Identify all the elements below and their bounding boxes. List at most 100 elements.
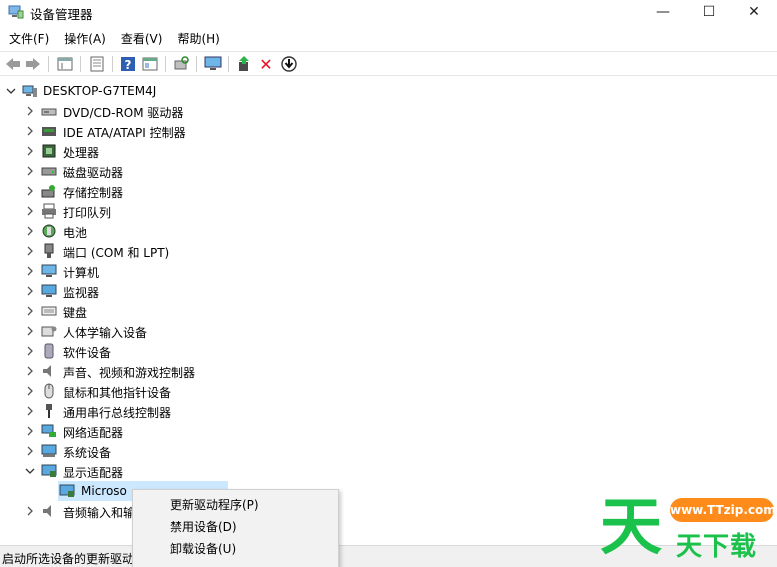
category-row[interactable]: 软件设备 xyxy=(0,341,420,361)
category-row[interactable]: 打印队列 xyxy=(0,201,420,221)
watermark-badge: www.TTzip.com xyxy=(670,498,776,522)
monitor-icon[interactable] xyxy=(204,55,222,73)
chevron-right-icon[interactable] xyxy=(25,446,35,456)
title-bar: 设备管理器 — ☐ ✕ xyxy=(0,0,777,26)
show-hidden-icon[interactable] xyxy=(88,55,106,73)
update-driver-icon[interactable] xyxy=(235,55,253,73)
uninstall-icon[interactable]: ✕ xyxy=(257,54,275,74)
device-manager-window: 设备管理器 — ☐ ✕ 文件(F) 操作(A) 查看(V) 帮助(H) ? ✕ … xyxy=(0,0,777,567)
category-row[interactable]: 键盘 xyxy=(0,301,420,321)
usb-icon xyxy=(46,404,52,418)
menu-uninstall-device[interactable]: 卸载设备(U) xyxy=(133,536,338,558)
category-row[interactable]: 监视器 xyxy=(0,281,420,301)
category-label: 电池 xyxy=(63,226,88,240)
category-row[interactable]: 鼠标和其他指针设备 xyxy=(0,381,420,401)
category-label: 端口 (COM 和 LPT) xyxy=(63,246,170,260)
watermark-big-char: 天 xyxy=(600,490,663,563)
forward-icon[interactable] xyxy=(24,55,42,73)
chevron-right-icon[interactable] xyxy=(25,366,35,376)
storage-controller-icon xyxy=(41,185,55,198)
category-label: 键盘 xyxy=(63,306,88,320)
category-row[interactable]: IDE ATA/ATAPI 控制器 xyxy=(0,121,420,141)
menu-view[interactable]: 查看(V) xyxy=(116,28,168,48)
ide-controller-icon xyxy=(42,127,56,136)
svg-text:?: ? xyxy=(125,58,132,72)
network-adapter-icon xyxy=(41,424,56,437)
monitor-icon xyxy=(41,284,57,297)
category-row[interactable]: 通用串行总线控制器 xyxy=(0,401,420,421)
category-row[interactable]: 电池 xyxy=(0,221,420,241)
category-row[interactable]: 处理器 xyxy=(0,141,420,161)
chevron-right-icon[interactable] xyxy=(25,206,35,216)
category-row[interactable]: 系统设备 xyxy=(0,441,420,461)
chevron-down-icon[interactable] xyxy=(6,86,16,96)
category-label: 人体学输入设备 xyxy=(63,326,148,340)
display-adapter-icon xyxy=(59,484,75,497)
download-icon[interactable] xyxy=(280,55,298,73)
chevron-right-icon[interactable] xyxy=(25,506,35,516)
chevron-down-icon[interactable] xyxy=(25,466,35,476)
chevron-right-icon[interactable] xyxy=(25,106,35,116)
minimize-button[interactable]: — xyxy=(640,0,686,24)
category-label: 计算机 xyxy=(63,266,100,280)
root-label: DESKTOP-G7TEM4J xyxy=(43,84,157,98)
chevron-right-icon[interactable] xyxy=(25,326,35,336)
category-row[interactable]: 计算机 xyxy=(0,261,420,281)
close-button[interactable]: ✕ xyxy=(731,0,777,24)
chevron-right-icon[interactable] xyxy=(25,186,35,196)
watermark: 天 www.TTzip.com 天下载 xyxy=(600,496,777,567)
maximize-button[interactable]: ☐ xyxy=(686,0,732,24)
menu-action[interactable]: 操作(A) xyxy=(59,28,111,48)
dvd-drive-icon xyxy=(41,108,57,116)
category-label: 存储控制器 xyxy=(63,186,124,200)
category-row[interactable]: 网络适配器 xyxy=(0,421,420,441)
category-label: 处理器 xyxy=(63,146,100,160)
chevron-right-icon[interactable] xyxy=(25,386,35,396)
tree-root[interactable]: DESKTOP-G7TEM4J xyxy=(0,81,300,101)
chevron-right-icon[interactable] xyxy=(25,146,35,156)
status-text: 启动所选设备的更新驱动 xyxy=(2,552,135,566)
processor-icon xyxy=(42,144,56,158)
menu-file[interactable]: 文件(F) xyxy=(4,28,54,48)
chevron-right-icon[interactable] xyxy=(25,406,35,416)
back-icon[interactable] xyxy=(4,55,22,73)
menu-help[interactable]: 帮助(H) xyxy=(172,28,224,48)
chevron-right-icon[interactable] xyxy=(25,426,35,436)
category-label: IDE ATA/ATAPI 控制器 xyxy=(63,126,186,140)
toolbar-separator xyxy=(80,56,81,72)
category-row[interactable]: 磁盘驱动器 xyxy=(0,161,420,181)
menu-disable-device[interactable]: 禁用设备(D) xyxy=(133,514,338,536)
keyboard-icon xyxy=(41,306,57,316)
view-icon[interactable] xyxy=(141,55,159,73)
menu-bar: 文件(F) 操作(A) 查看(V) 帮助(H) xyxy=(0,28,230,48)
category-row[interactable]: DVD/CD-ROM 驱动器 xyxy=(0,101,420,121)
category-label: 系统设备 xyxy=(63,446,112,460)
chevron-right-icon[interactable] xyxy=(25,246,35,256)
chevron-right-icon[interactable] xyxy=(25,286,35,296)
category-row[interactable]: 人体学输入设备 xyxy=(0,321,420,341)
toolbar-separator xyxy=(165,56,166,72)
category-row[interactable]: 存储控制器 xyxy=(0,181,420,201)
window-title: 设备管理器 xyxy=(30,7,93,22)
category-label: 监视器 xyxy=(63,286,100,300)
toolbar: ? ✕ xyxy=(0,51,777,76)
chevron-right-icon[interactable] xyxy=(25,166,35,176)
display-adapter-icon xyxy=(41,464,57,477)
chevron-right-icon[interactable] xyxy=(25,306,35,316)
uninstall-glyph: ✕ xyxy=(259,54,273,74)
chevron-right-icon[interactable] xyxy=(25,346,35,356)
properties-icon[interactable] xyxy=(56,55,74,73)
help-icon[interactable]: ? xyxy=(119,55,137,73)
category-row[interactable]: 声音、视频和游戏控制器 xyxy=(0,361,420,381)
category-label: 音频输入和输 xyxy=(63,506,136,520)
chevron-right-icon[interactable] xyxy=(25,266,35,276)
category-label: 磁盘驱动器 xyxy=(63,166,124,180)
chevron-right-icon[interactable] xyxy=(25,226,35,236)
category-row[interactable]: 端口 (COM 和 LPT) xyxy=(0,241,420,261)
chevron-right-icon[interactable] xyxy=(25,126,35,136)
scan-hardware-icon[interactable] xyxy=(172,55,190,73)
menu-update-driver[interactable]: 更新驱动程序(P) xyxy=(133,492,338,514)
audio-io-icon xyxy=(43,505,51,517)
port-icon xyxy=(44,243,54,258)
category-row[interactable]: 显示适配器 xyxy=(0,461,420,481)
